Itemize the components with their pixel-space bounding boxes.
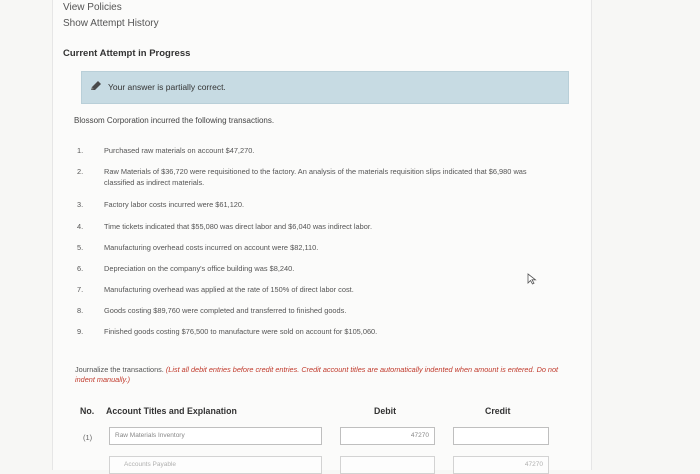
transaction-number: 1. bbox=[77, 146, 84, 155]
journal-instructions: Journalize the transactions. (List all d… bbox=[75, 365, 565, 385]
transaction-text: Finished goods costing $76,500 to manufa… bbox=[104, 327, 378, 336]
column-header-credit: Credit bbox=[485, 406, 511, 416]
transaction-number: 5. bbox=[77, 243, 84, 252]
partial-correct-banner: Your answer is partially correct. bbox=[81, 71, 569, 104]
transaction-text: Factory labor costs incurred were $61,12… bbox=[104, 200, 245, 209]
column-header-no: No. bbox=[80, 406, 95, 416]
transaction-text: Purchased raw materials on account $47,2… bbox=[104, 146, 255, 155]
transaction-text: Raw Materials of $36,720 were requisitio… bbox=[104, 167, 527, 187]
transaction-text: Depreciation on the company's office bui… bbox=[104, 264, 295, 273]
account-title-input[interactable]: Raw Materials Inventory bbox=[109, 427, 322, 445]
transaction-number: 4. bbox=[77, 222, 84, 231]
transaction-text: Manufacturing overhead was applied at th… bbox=[104, 285, 354, 294]
credit-amount-input[interactable] bbox=[453, 427, 549, 445]
view-policies-link[interactable]: View Policies bbox=[63, 2, 122, 13]
mouse-cursor-icon bbox=[527, 273, 537, 285]
status-message: Your answer is partially correct. bbox=[108, 82, 226, 92]
debit-amount-input[interactable]: 47270 bbox=[340, 427, 435, 445]
transaction-text: Goods costing $89,760 were completed and… bbox=[104, 306, 347, 315]
transaction-text: Manufacturing overhead costs incurred on… bbox=[104, 243, 319, 252]
transaction-number: 2. bbox=[77, 167, 84, 176]
transaction-number: 8. bbox=[77, 306, 84, 315]
transaction-number: 9. bbox=[77, 327, 84, 336]
transaction-number: 3. bbox=[77, 200, 84, 209]
account-title-input[interactable]: Accounts Payable bbox=[109, 456, 322, 474]
transaction-number: 7. bbox=[77, 285, 84, 294]
debit-amount-input[interactable] bbox=[340, 456, 435, 474]
pencil-icon bbox=[91, 81, 101, 90]
column-header-debit: Debit bbox=[374, 406, 396, 416]
journal-entry-number: (1) bbox=[83, 433, 93, 442]
transaction-text: Time tickets indicated that $55,080 was … bbox=[104, 222, 372, 231]
show-attempt-history-link[interactable]: Show Attempt History bbox=[63, 18, 159, 29]
credit-amount-input[interactable]: 47270 bbox=[453, 456, 549, 474]
instruction-text: Journalize the transactions. bbox=[75, 365, 166, 374]
column-header-account: Account Titles and Explanation bbox=[106, 406, 237, 416]
problem-intro: Blossom Corporation incurred the followi… bbox=[74, 116, 275, 125]
transaction-number: 6. bbox=[77, 264, 84, 273]
current-attempt-title: Current Attempt in Progress bbox=[63, 48, 191, 59]
